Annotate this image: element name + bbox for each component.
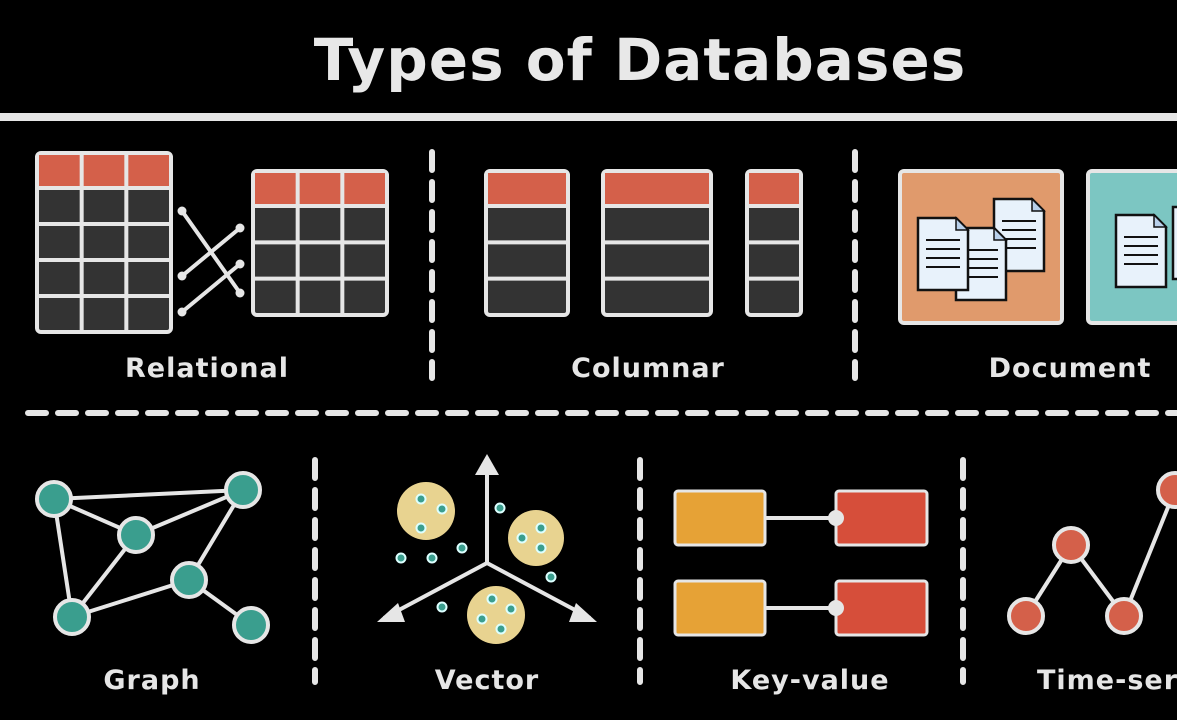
arrow-head [569,603,597,622]
table-header [488,173,566,206]
vector-point [535,542,547,554]
vector-section [377,454,597,644]
vector-point [476,613,488,625]
table-header [255,173,385,206]
columnar-section [484,169,803,317]
title-divider [0,113,1177,121]
time-point [1156,471,1177,509]
table-header [749,173,799,206]
vector-point [535,522,547,534]
vector-point [456,542,468,554]
vector-point [495,623,507,635]
column [745,169,803,317]
time-line [1122,489,1177,617]
time-point [1007,597,1045,635]
vector-point [494,502,506,514]
graph-node [35,480,73,518]
table-header [39,155,169,188]
document-icon [916,216,970,292]
document-icon [1114,213,1168,289]
vector-point [486,593,498,605]
graph-node [117,516,155,554]
vector-point [395,552,407,564]
vector-cluster [508,510,564,566]
key-box [673,579,767,637]
graph-node [224,471,262,509]
column [601,169,713,317]
time-point [1105,597,1143,635]
time-point [1052,526,1090,564]
vector-point [426,552,438,564]
vector-point [545,571,557,583]
key-box [673,489,767,547]
label-document: Document [989,353,1152,384]
graph-section [35,471,270,644]
label-time-series: Time-series [1037,665,1177,696]
arrow-head [475,454,499,475]
vector-point [505,603,517,615]
graph-node [232,606,270,644]
graph-edge [53,488,244,501]
document-section [898,169,1177,325]
relational-section [35,151,389,334]
vector-cluster [467,586,525,644]
graph-node [170,561,208,599]
link-dot [235,259,245,269]
link-dot [235,288,245,298]
databases-infographic: Types of Databases Relational Columnar D… [0,26,1177,696]
vector-point [516,532,528,544]
page [1171,205,1177,281]
vector-point [415,493,427,505]
link-dot [177,307,187,317]
vector-point [415,522,427,534]
link-dot [177,206,187,216]
label-graph: Graph [103,665,200,696]
link-dot [235,223,245,233]
table-left [35,151,173,334]
label-columnar: Columnar [571,353,725,384]
value-box [834,579,929,637]
label-key-value: Key-value [730,665,889,696]
value-box [834,489,929,547]
time-series-section [1007,471,1177,635]
link-dot [828,510,844,526]
label-vector: Vector [435,665,540,696]
table-right [251,169,389,317]
vector-point [436,601,448,613]
page-title: Types of Databases [314,26,967,94]
key-value-section [673,489,929,637]
vector-point [436,503,448,515]
link-dot [177,271,187,281]
document-icon [1171,205,1177,281]
table-header [605,173,709,206]
link-dot [828,600,844,616]
label-relational: Relational [125,353,289,384]
arrow-head [377,603,405,622]
column [484,169,570,317]
graph-node [53,598,91,636]
